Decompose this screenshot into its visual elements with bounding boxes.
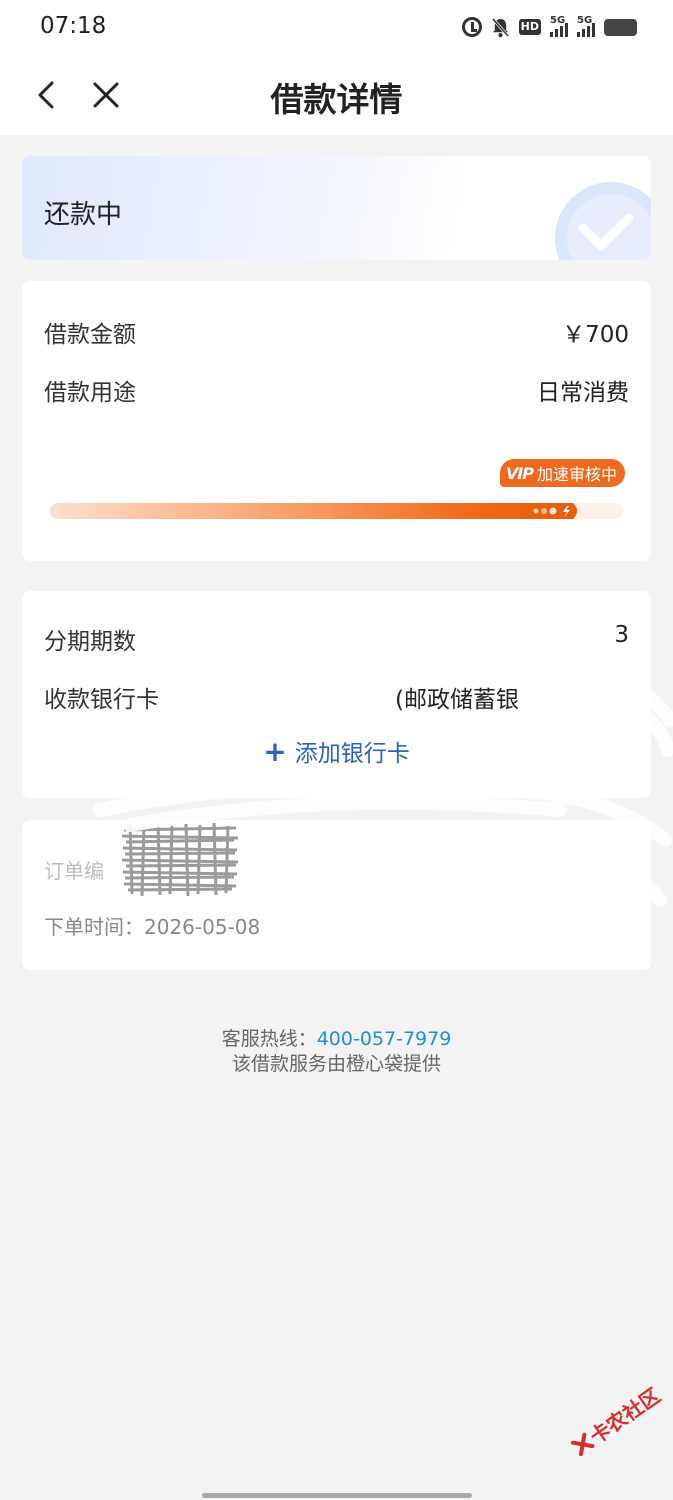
add-bank-card-label: 添加银行卡 (294, 741, 410, 767)
signal-5g-icon: 5G (550, 15, 568, 37)
amount-label: 借款金额 (44, 322, 136, 348)
vip-badge: VIP 加速审核中 (499, 459, 625, 487)
watermark: 卡农社区 (567, 1380, 666, 1461)
provider-text: 该借款服务由橙心袋提供 (231, 1053, 441, 1075)
watermark-text: 卡农社区 (585, 1383, 665, 1449)
status-icons: HD 5G 5G (461, 14, 637, 40)
battery-icon (604, 18, 637, 36)
network-label: 5G (550, 15, 566, 26)
bell-off-icon (491, 17, 509, 37)
hotline-number-link[interactable]: 400-057-7979 (317, 1028, 452, 1050)
vip-review-text: 加速审核中 (536, 465, 617, 484)
order-time: 下单时间：2026-05-08 (44, 915, 261, 939)
page-title: 借款详情 (270, 80, 403, 119)
review-progress: VIP 加速审核中 (50, 457, 625, 537)
installments-label: 分期期数 (44, 629, 136, 655)
hotline-label: 客服热线： (221, 1028, 317, 1050)
signal-5g-icon: 5G (577, 15, 595, 37)
loan-status-text: 还款中 (44, 200, 123, 230)
purpose-label: 借款用途 (44, 380, 136, 406)
redaction-scribble (121, 822, 239, 897)
amount-value: ￥700 (562, 322, 629, 348)
loan-status-card: 还款中 (22, 156, 651, 260)
bank-card-value: (邮政储蓄银 (395, 687, 519, 713)
network-label: 5G (577, 15, 593, 26)
progress-fill (50, 503, 577, 519)
amount-row: 借款金额 ￥700 (44, 315, 629, 349)
check-icon (555, 182, 651, 260)
installments-row: 分期期数 3 (44, 622, 629, 656)
home-indicator[interactable] (202, 1493, 472, 1498)
purpose-value: 日常消费 (537, 380, 629, 406)
add-bank-card-button[interactable]: + 添加银行卡 (22, 734, 651, 768)
hotline-line: 客服热线：400-057-7979 (0, 1027, 673, 1052)
order-number-label: 订单编 (44, 859, 104, 883)
hd-icon: HD (518, 19, 541, 35)
vip-logo: VIP (505, 463, 534, 483)
status-time: 07:18 (40, 13, 107, 39)
loan-info-card: 借款金额 ￥700 借款用途 日常消费 VIP 加速审核中 (22, 281, 651, 561)
purpose-row: 借款用途 日常消费 (44, 373, 629, 407)
alarm-icon (461, 17, 482, 37)
installments-value: 3 (614, 622, 629, 648)
rocket-icon (533, 503, 577, 519)
order-info-card: 订单编 下单时间：2026-05-08 (22, 820, 651, 970)
bank-card-row: 收款银行卡 (邮政储蓄银 (44, 680, 629, 714)
status-bar: 07:18 HD 5G 5G (0, 0, 673, 55)
nav-bar: 借款详情 (0, 55, 673, 135)
bank-card-label: 收款银行卡 (44, 687, 159, 713)
footer: 客服热线：400-057-7979 该借款服务由橙心袋提供 (0, 1027, 673, 1077)
plus-icon: + (263, 735, 287, 768)
bank-info-card: 分期期数 3 收款银行卡 (邮政储蓄银 + 添加银行卡 (22, 591, 651, 798)
